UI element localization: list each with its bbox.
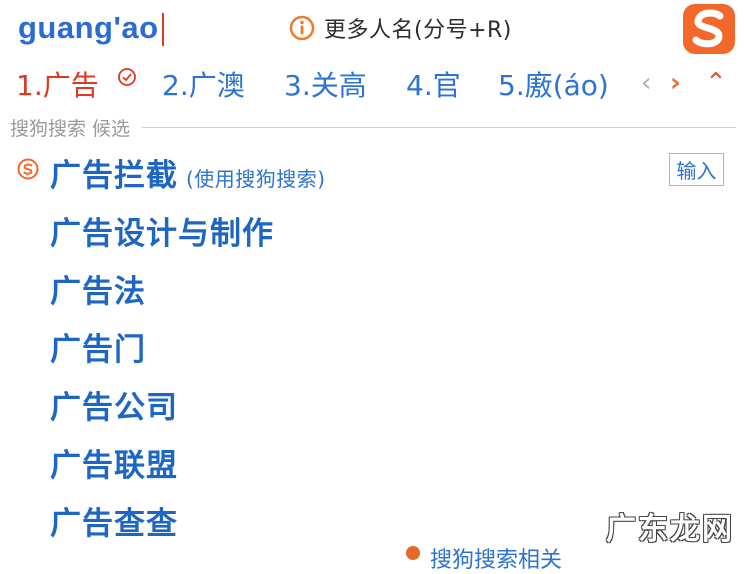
suggestion-item[interactable]: 广告法 <box>50 266 146 311</box>
text-caret <box>162 13 164 46</box>
bullet-icon <box>406 546 420 560</box>
suggestion-item[interactable]: 广告门 <box>50 324 146 369</box>
sogou-logo-icon[interactable] <box>678 0 740 58</box>
more-search-link[interactable]: 搜狗搜索相关 <box>430 542 562 574</box>
search-candidates-header: 搜狗搜索 候选 <box>10 114 736 140</box>
candidate-number: 2. <box>162 69 189 102</box>
watermark: 广东龙网 <box>606 512 734 547</box>
suggestion-note: (使用搜狗搜索) <box>186 167 326 191</box>
candidate-2[interactable]: 2.广澳 <box>162 64 245 104</box>
check-circle-icon <box>117 67 137 91</box>
candidate-1[interactable]: 1.广告 <box>16 64 99 104</box>
sogou-s-icon <box>17 158 39 184</box>
suggestion-text: 广告法 <box>50 274 146 310</box>
suggestion-text: 广告拦截 <box>50 158 178 194</box>
collapse-button[interactable]: ⌃ <box>705 68 727 98</box>
candidate-word: 广澳 <box>188 69 245 102</box>
candidate-3[interactable]: 3.关高 <box>284 64 367 104</box>
suggestion-text: 广告门 <box>50 332 146 368</box>
candidate-number: 1. <box>16 69 43 102</box>
candidate-number: 5. <box>498 69 525 102</box>
candidate-number: 3. <box>284 69 311 102</box>
input-button[interactable]: 输入 <box>669 153 724 186</box>
suggestion-text: 广告查查 <box>50 506 178 542</box>
more-names-hint[interactable]: 更多人名(分号+R) <box>288 13 512 43</box>
suggestion-text: 广告联盟 <box>50 448 178 484</box>
candidate-word: 广告 <box>42 69 99 102</box>
candidate-word: 官 <box>432 69 461 102</box>
suggestion-item[interactable]: 广告拦截 (使用搜狗搜索) <box>50 150 326 195</box>
next-page-button[interactable]: › <box>670 68 681 98</box>
suggestion-item[interactable]: 广告设计与制作 <box>50 208 274 253</box>
candidate-number: 4. <box>406 69 433 102</box>
suggestion-text: 广告设计与制作 <box>50 216 274 252</box>
suggestion-item[interactable]: 广告公司 <box>50 382 178 427</box>
suggestion-item[interactable]: 广告查查 <box>50 498 178 543</box>
candidate-row: 1.广告 2.广澳 3.关高 4.官 5.廒(áo) ‹ › ⌃ <box>14 64 734 104</box>
more-names-label: 更多人名(分号+R) <box>324 18 512 43</box>
prev-page-button[interactable]: ‹ <box>641 68 651 98</box>
pinyin-input[interactable]: guang'ao <box>18 10 159 46</box>
ime-candidate-window: guang'ao 更多人名(分号+R) 1.广告 2.广澳 3.关高 4.官 5… <box>0 0 744 573</box>
suggestion-text: 广告公司 <box>50 390 178 426</box>
info-icon <box>288 14 316 42</box>
candidate-4[interactable]: 4.官 <box>406 64 461 104</box>
candidate-word: 关高 <box>310 69 367 102</box>
section-label: 搜狗搜索 候选 <box>10 117 131 140</box>
candidate-word: 廒(áo) <box>524 69 609 102</box>
candidate-5[interactable]: 5.廒(áo) <box>498 64 609 104</box>
divider <box>142 126 736 128</box>
suggestion-item[interactable]: 广告联盟 <box>50 440 178 485</box>
